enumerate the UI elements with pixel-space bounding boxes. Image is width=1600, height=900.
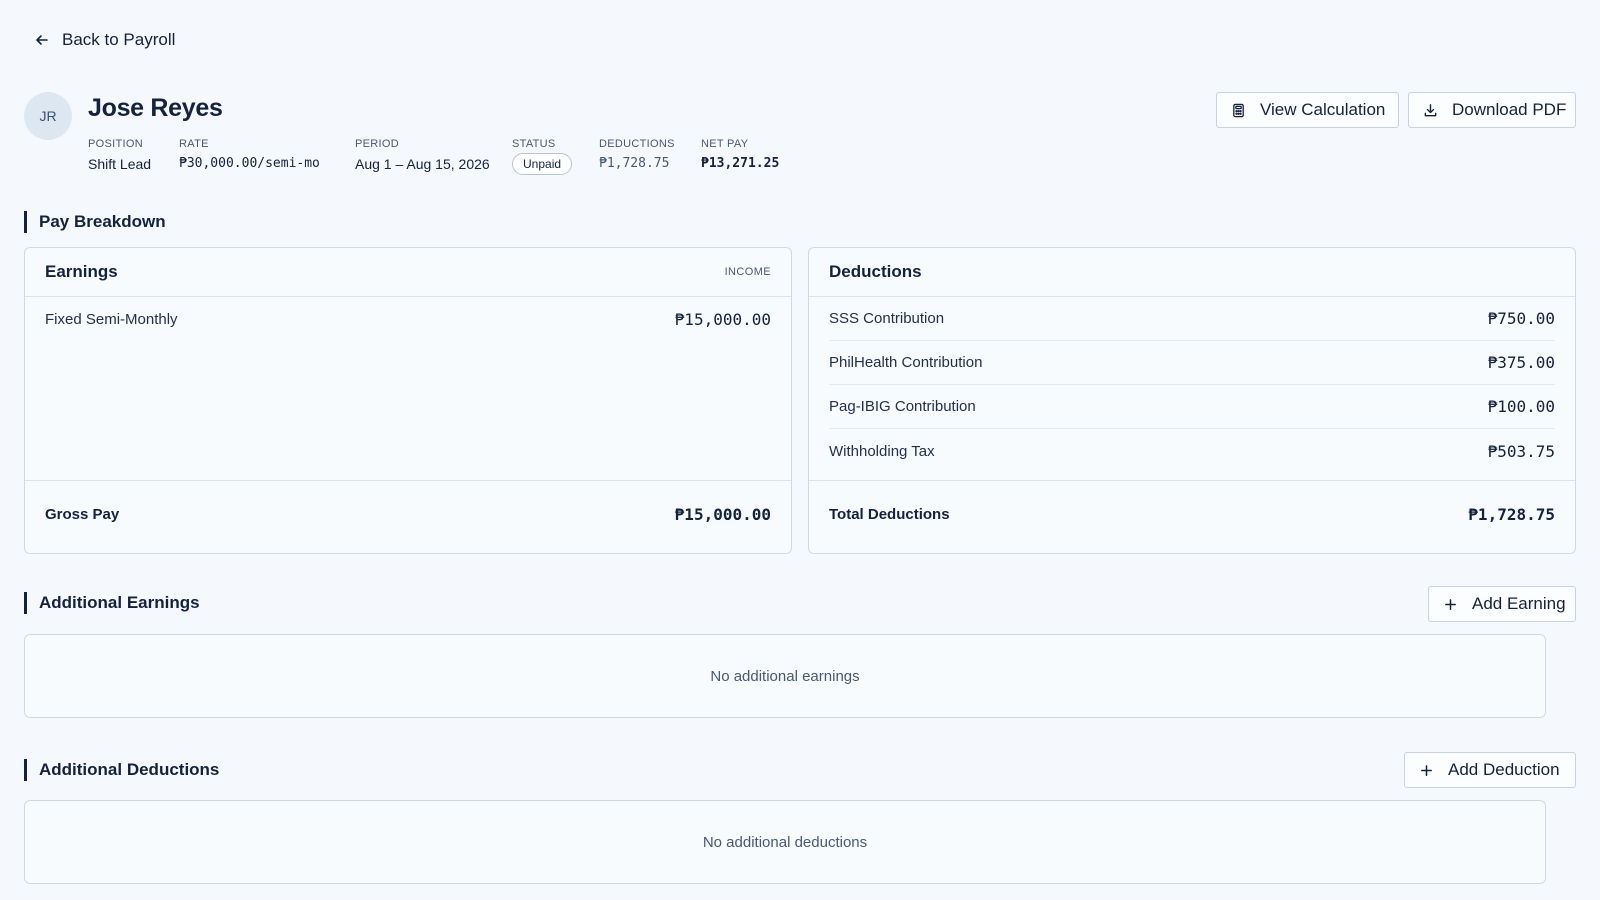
deduction-label: Withholding Tax — [829, 442, 935, 460]
deduction-amount: ₱503.75 — [1487, 441, 1555, 461]
deduction-amount: ₱100.00 — [1487, 397, 1555, 416]
deduction-label: Pag-IBIG Contribution — [829, 398, 976, 415]
meta-position-value: Shift Lead — [88, 156, 152, 172]
deduction-label: SSS Contribution — [829, 310, 945, 327]
meta-period: PERIOD Aug 1 – Aug 15, 2026 — [355, 138, 490, 172]
deductions-card-header: Deductions — [809, 248, 1575, 297]
additional-deductions-title: Additional Deductions — [24, 759, 219, 781]
gross-pay-amount: ₱15,000.00 — [674, 505, 771, 524]
view-calculation-label: View Calculation — [1260, 100, 1386, 119]
deductions-card: Deductions SSS Contribution ₱750.00 Phil… — [808, 247, 1576, 554]
pay-breakdown-title: Pay Breakdown — [24, 211, 166, 233]
add-earning-label: Add Earning — [1472, 594, 1566, 613]
deduction-row: PhilHealth Contribution ₱375.00 — [829, 341, 1555, 385]
meta-period-value: Aug 1 – Aug 15, 2026 — [355, 156, 490, 172]
avatar: JR — [24, 92, 72, 140]
additional-earnings-empty-text: No additional earnings — [710, 667, 860, 685]
gross-pay-row: Gross Pay ₱15,000.00 — [25, 480, 791, 548]
plus-icon — [1445, 598, 1456, 610]
add-deduction-label: Add Deduction — [1448, 760, 1560, 779]
meta-rate-label: RATE — [179, 138, 209, 150]
back-link-label: Back to Payroll — [62, 30, 176, 49]
calculator-icon — [1233, 103, 1244, 117]
additional-deductions-empty: No additional deductions — [24, 800, 1546, 884]
earnings-card: Earnings INCOME Fixed Semi-Monthly ₱15,0… — [24, 247, 792, 554]
meta-deductions-label: DEDUCTIONS — [599, 138, 675, 150]
meta-rate-value: ₱30,000.00/semi-mo — [179, 156, 320, 171]
earnings-list: Fixed Semi-Monthly ₱15,000.00 — [25, 297, 791, 480]
total-deductions-amount: ₱1,728.75 — [1468, 505, 1555, 524]
meta-net-pay: NET PAY ₱13,271.25 — [701, 138, 779, 171]
earning-amount: ₱15,000.00 — [674, 309, 771, 329]
download-pdf-button[interactable]: Download PDF — [1408, 92, 1576, 128]
deduction-amount: ₱750.00 — [1487, 309, 1555, 328]
view-calculation-button[interactable]: View Calculation — [1216, 92, 1399, 128]
meta-period-label: PERIOD — [355, 138, 399, 150]
meta-deductions: DEDUCTIONS ₱1,728.75 — [599, 138, 675, 171]
arrow-left-icon — [36, 35, 48, 45]
deduction-label: PhilHealth Contribution — [829, 354, 983, 371]
additional-earnings-empty: No additional earnings — [24, 634, 1546, 718]
meta-net-pay-label: NET PAY — [701, 138, 749, 150]
meta-position: POSITION Shift Lead — [88, 138, 151, 172]
deduction-row: SSS Contribution ₱750.00 — [829, 297, 1555, 341]
add-deduction-button[interactable]: Add Deduction — [1404, 752, 1576, 788]
meta-position-label: POSITION — [88, 138, 143, 150]
earning-row: Fixed Semi-Monthly ₱15,000.00 — [45, 297, 771, 341]
deduction-row: Pag-IBIG Contribution ₱100.00 — [829, 385, 1555, 429]
download-icon — [1424, 103, 1437, 116]
earnings-card-header: Earnings INCOME — [25, 248, 791, 297]
deductions-list: SSS Contribution ₱750.00 PhilHealth Cont… — [809, 297, 1575, 480]
additional-deductions-empty-text: No additional deductions — [702, 833, 868, 851]
deduction-amount: ₱375.00 — [1487, 353, 1555, 372]
additional-earnings-title: Additional Earnings — [24, 592, 200, 614]
avatar-initials: JR — [39, 108, 57, 124]
income-tag: INCOME — [724, 266, 771, 278]
gross-pay-label: Gross Pay — [45, 506, 120, 523]
earnings-card-title: Earnings — [45, 262, 118, 281]
meta-net-pay-value: ₱13,271.25 — [701, 156, 780, 171]
deduction-row: Withholding Tax ₱503.75 — [829, 429, 1555, 473]
meta-deductions-value: ₱1,728.75 — [599, 156, 670, 171]
meta-status-label: STATUS — [512, 138, 556, 150]
meta-status: STATUS Unpaid — [512, 138, 573, 175]
total-deductions-row: Total Deductions ₱1,728.75 — [809, 480, 1575, 548]
meta-rate: RATE ₱30,000.00/semi-mo — [179, 138, 320, 171]
total-deductions-label: Total Deductions — [829, 506, 950, 523]
plus-icon — [1421, 764, 1432, 776]
deductions-card-title: Deductions — [829, 262, 922, 281]
download-pdf-label: Download PDF — [1452, 100, 1567, 119]
employee-name: Jose Reyes — [88, 94, 223, 122]
back-to-payroll-link[interactable]: Back to Payroll — [34, 30, 175, 50]
add-earning-button[interactable]: Add Earning — [1428, 586, 1576, 622]
status-badge: Unpaid — [512, 153, 573, 175]
earning-label: Fixed Semi-Monthly — [45, 310, 178, 328]
